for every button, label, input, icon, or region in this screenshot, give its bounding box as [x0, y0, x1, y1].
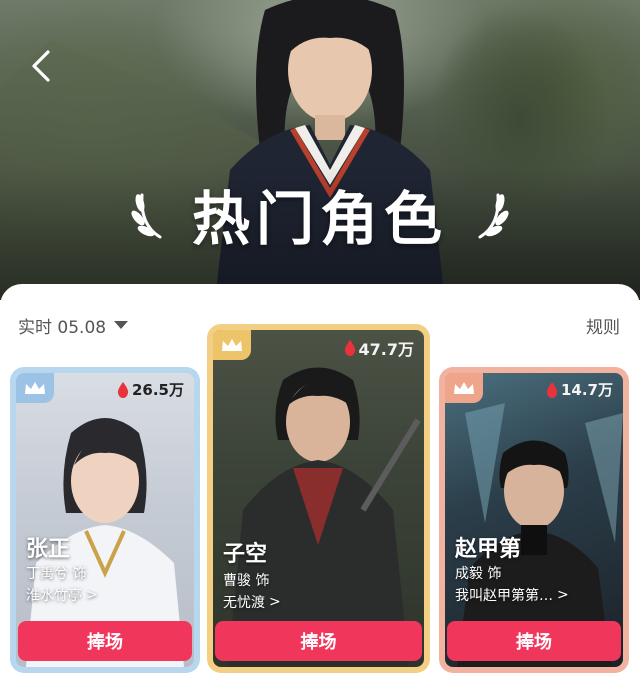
character-card-rank-2[interactable]: 26.5万 张正 丁禹兮 饰 淮水竹亭 > 捧场	[10, 367, 200, 673]
flame-drop-icon	[344, 340, 355, 356]
heat-count: 26.5万	[117, 379, 184, 400]
chevron-right-icon: >	[86, 587, 98, 603]
flame-drop-icon	[546, 381, 558, 398]
work-title: 淮水竹亭	[26, 588, 82, 604]
work-link[interactable]: 淮水竹亭 >	[26, 585, 98, 605]
heat-value: 14.7万	[560, 381, 613, 399]
heat-count: 14.7万	[546, 379, 613, 400]
rank-badge	[213, 330, 251, 360]
rank-badge	[16, 373, 54, 403]
flame-drop-icon	[117, 381, 129, 398]
actor-credit: 成毅 饰	[455, 566, 502, 582]
hero-title-row: 热门角色	[0, 176, 640, 253]
page-title: 热门角色	[191, 185, 448, 253]
chevron-left-icon	[32, 50, 50, 82]
crown-icon	[25, 382, 45, 394]
rules-link[interactable]: 规则	[586, 313, 620, 338]
character-name: 张正	[26, 537, 71, 562]
laurel-right-icon	[478, 193, 509, 239]
back-button[interactable]	[26, 46, 56, 86]
work-title: 无忧渡	[223, 595, 265, 611]
chevron-right-icon: >	[557, 587, 569, 603]
heat-value: 26.5万	[131, 381, 184, 399]
date-selector[interactable]: 实时 05.08	[18, 315, 129, 338]
actor-credit: 曹骏 饰	[223, 573, 270, 589]
crown-icon	[454, 382, 474, 394]
caret-down-icon	[114, 321, 129, 329]
heat-count: 47.7万	[344, 336, 414, 360]
cheer-button[interactable]: 捧场	[18, 621, 192, 661]
character-photo: 47.7万 子空 曹骏 饰 无忧渡 >	[213, 330, 424, 667]
cheer-button[interactable]: 捧场	[447, 621, 621, 661]
actor-credit: 丁禹兮 饰	[26, 566, 87, 582]
cheer-button[interactable]: 捧场	[215, 621, 422, 661]
character-card-rank-3[interactable]: 14.7万 赵甲第 成毅 饰 我叫赵甲第第… > 捧场	[439, 367, 629, 673]
chevron-right-icon: >	[269, 594, 281, 610]
date-selector-label: 实时 05.08	[18, 317, 107, 338]
work-link[interactable]: 我叫赵甲第第… >	[455, 585, 569, 605]
character-name: 子空	[223, 542, 268, 567]
laurel-left-icon	[131, 193, 162, 239]
work-link[interactable]: 无忧渡 >	[223, 592, 281, 612]
character-name: 赵甲第	[455, 537, 522, 562]
character-card-rank-1[interactable]: 47.7万 子空 曹骏 饰 无忧渡 > 捧场	[207, 324, 430, 673]
work-title: 我叫赵甲第第…	[455, 588, 553, 604]
rank-badge	[445, 373, 483, 403]
heat-value: 47.7万	[358, 340, 414, 359]
crown-icon	[222, 339, 242, 351]
